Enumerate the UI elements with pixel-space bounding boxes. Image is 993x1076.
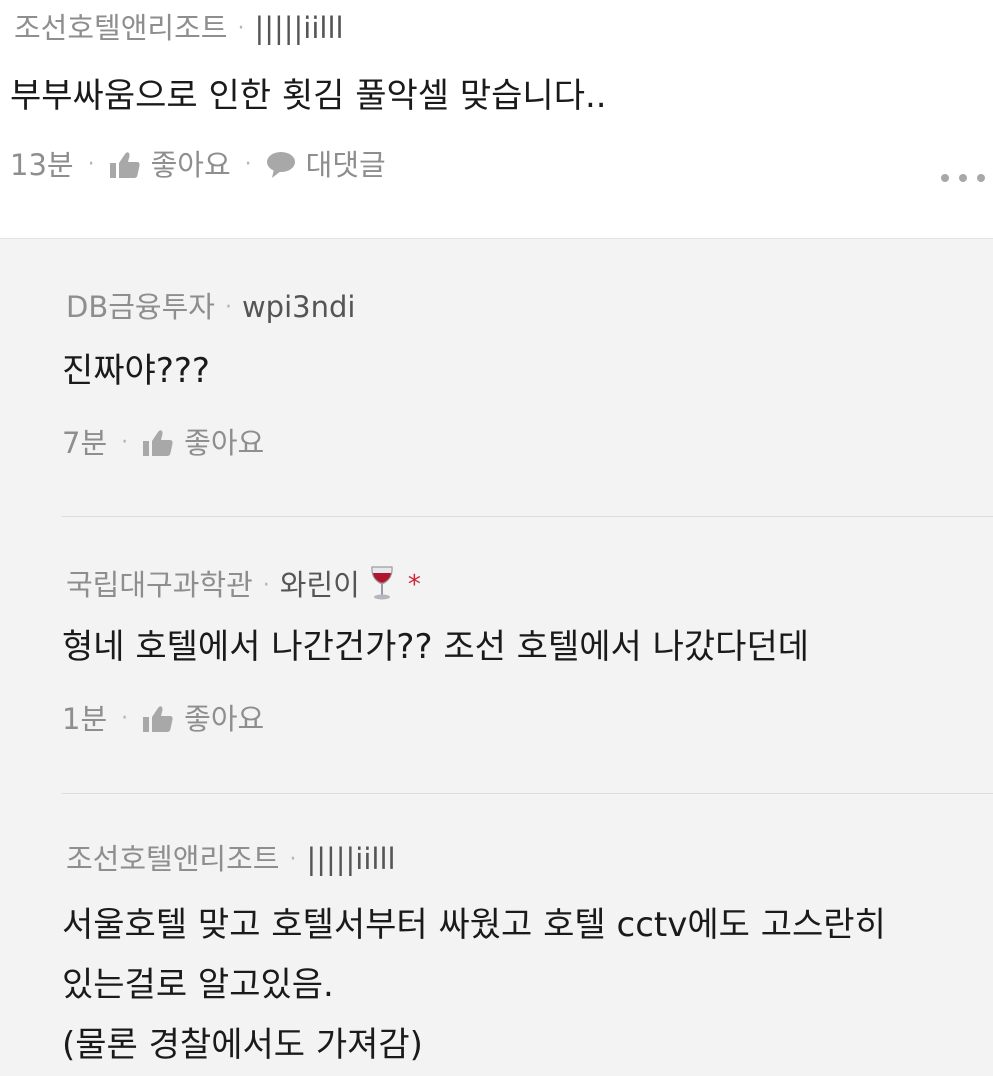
thumbs-up-icon (142, 429, 174, 457)
thumbs-up-icon (142, 705, 174, 733)
comment-text: 부부싸움으로 인한 횟김 풀악셀 맞습니다.. (10, 76, 607, 116)
author-org: DB금융투자 (66, 290, 215, 324)
reply-label: 대댓글 (305, 148, 386, 182)
reply-text-line: (물론 경찰에서도 가져감) (62, 1025, 423, 1065)
author-nick[interactable]: 와린이 (280, 568, 360, 602)
reply-time: 7분 (62, 426, 108, 460)
like-button[interactable]: 좋아요 (109, 147, 231, 183)
reply-actions: 1분 · 좋아요 (62, 701, 264, 737)
author-nick[interactable]: |||||iilll (254, 11, 343, 45)
reply-divider (62, 793, 993, 794)
more-options-button[interactable] (941, 166, 985, 190)
thumbs-up-icon (109, 151, 141, 179)
separator-dot: · (237, 16, 245, 41)
reply-text-line: 있는걸로 알고있음. (62, 965, 334, 1005)
more-dot-icon (959, 174, 967, 182)
author-org: 국립대구과학관 (66, 568, 253, 602)
like-label: 좋아요 (150, 148, 231, 182)
speech-bubble-icon (266, 151, 296, 179)
like-button[interactable]: 좋아요 (142, 701, 264, 737)
main-comment: 조선호텔앤리조트 · |||||iilll 부부싸움으로 인한 횟김 풀악셀 맞습니… (0, 0, 993, 240)
separator-dot: · (289, 847, 297, 872)
wine-glass-icon (370, 565, 394, 609)
author-org: 조선호텔앤리조트 (14, 11, 228, 45)
reply-text-line: 서울호텔 맞고 호텔서부터 싸웠고 호텔 cctv에도 고스란히 (62, 905, 886, 945)
like-button[interactable]: 좋아요 (142, 425, 264, 461)
reply-text: 형네 호텔에서 나간건가?? 조선 호텔에서 나갔다던데 (62, 627, 810, 667)
more-dot-icon (941, 174, 949, 182)
reply-time: 1분 (62, 702, 108, 736)
reply-thread: DB금융투자 · wpi3ndi 진짜야??? 7분 · 좋아요 국립대구과학관 · 와… (0, 238, 993, 1076)
reply-author-line: 국립대구과학관 · 와린이 * (66, 565, 421, 609)
badge-star: * (407, 570, 421, 600)
separator-dot: · (224, 295, 232, 320)
reply-author-line: 조선호텔앤리조트 · |||||iilll (66, 841, 396, 878)
separator-dot: · (244, 152, 252, 177)
reply-button[interactable]: 대댓글 (266, 147, 386, 183)
author-nick[interactable]: wpi3ndi (242, 290, 355, 324)
comment-actions: 13분 · 좋아요 · 대댓글 (10, 147, 386, 183)
reply-divider (62, 516, 993, 517)
more-dot-icon (977, 174, 985, 182)
comment-time: 13분 (10, 148, 74, 182)
reply-author-line: DB금융투자 · wpi3ndi (66, 289, 355, 326)
author-org: 조선호텔앤리조트 (66, 842, 280, 876)
separator-dot: · (262, 573, 270, 598)
reply-text: 진짜야??? (62, 351, 210, 391)
like-label: 좋아요 (184, 426, 265, 460)
separator-dot: · (121, 706, 129, 731)
like-label: 좋아요 (184, 702, 265, 736)
separator-dot: · (121, 430, 129, 455)
separator-dot: · (87, 152, 95, 177)
comment-author-line: 조선호텔앤리조트 · |||||iilll (14, 10, 344, 47)
author-nick[interactable]: |||||iilll (306, 842, 395, 876)
reply-actions: 7분 · 좋아요 (62, 425, 264, 461)
